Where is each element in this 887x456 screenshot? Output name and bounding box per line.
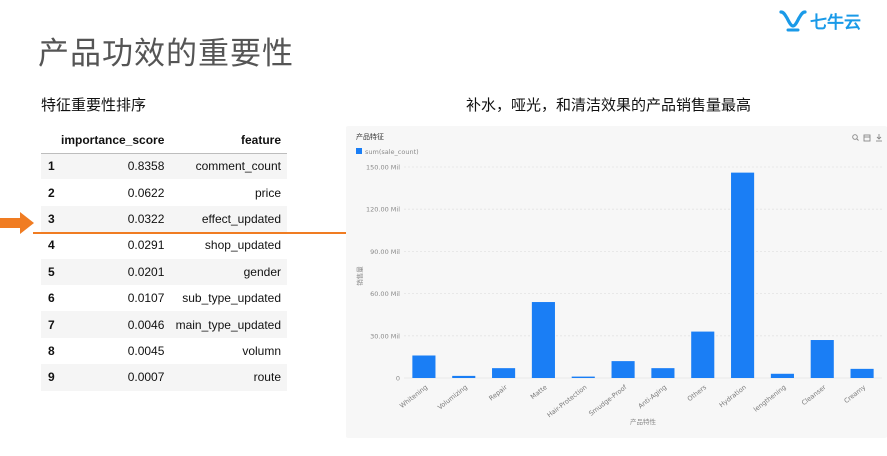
- bar: [731, 172, 755, 378]
- importance-score: 0.8358: [61, 153, 171, 180]
- highlight-arrow-icon: [0, 212, 34, 234]
- x-tick-label: Others: [686, 383, 709, 403]
- table-row: 4 0.0291 shop_updated: [41, 232, 287, 258]
- row-index: 6: [48, 291, 55, 306]
- bar: [611, 361, 635, 378]
- qiniu-logo-icon: [779, 9, 807, 31]
- y-axis-label: 销售量: [355, 266, 364, 286]
- row-index: 7: [41, 311, 61, 338]
- table-row: 6 0.0107 sub_type_updated: [41, 285, 287, 311]
- importance-score: 0.0045: [127, 343, 165, 358]
- slide: 七牛云 产品功效的重要性 特征重要性排序 补水，哑光，和清洁效果的产品销售量最高…: [0, 0, 887, 456]
- bar: [452, 375, 476, 378]
- table-row: 2 0.0622 price: [41, 179, 287, 205]
- chart-toolbar: [852, 134, 882, 142]
- bar: [412, 355, 436, 378]
- x-tick-label: Whitening: [398, 383, 429, 410]
- importance-score: 0.0322: [61, 205, 171, 233]
- y-tick-label: 120.00 Mil: [366, 206, 400, 214]
- table-row: 5 0.0201 gender: [41, 258, 287, 285]
- table-row: 9 0.0007 route: [41, 364, 287, 391]
- index-header: [41, 127, 61, 154]
- bar: [492, 368, 516, 378]
- x-tick-label: Matte: [529, 383, 549, 401]
- x-tick-label: Smudge-Proof: [587, 383, 629, 418]
- importance-score: 0.0291: [127, 238, 165, 253]
- logo-text: 七牛云: [810, 13, 861, 33]
- bar: [571, 376, 595, 378]
- x-axis-label: 产品特性: [630, 417, 657, 426]
- importance-score: 0.0007: [61, 364, 171, 391]
- importance-score: 0.0107: [127, 291, 165, 306]
- y-tick-label: 60.00 Mil: [370, 290, 400, 298]
- row-index: 9: [41, 364, 61, 391]
- feature-name: effect_updated: [170, 205, 287, 233]
- bar: [770, 373, 794, 378]
- feature-name: main_type_updated: [170, 311, 287, 338]
- search-icon[interactable]: [852, 134, 859, 141]
- row-index: 4: [48, 238, 55, 253]
- table-row: 7 0.0046 main_type_updated: [41, 311, 287, 338]
- bar: [651, 368, 675, 378]
- feature-name: volumn: [242, 343, 281, 358]
- sales-bar-chart: 产品特征 sum(sale_count) 0 30.00 Mil 60.00 Mil 9…: [355, 132, 882, 426]
- bar: [850, 368, 874, 378]
- x-tick-label: Volumizing: [436, 383, 469, 411]
- feature-name: route: [170, 364, 287, 391]
- bar: [691, 331, 715, 378]
- feature-header: feature: [170, 127, 287, 154]
- sales-chart-heading: 补水，哑光，和清洁效果的产品销售量最高: [466, 96, 752, 114]
- importance-score-header: importance_score: [61, 127, 171, 154]
- chart-title: 产品特征: [356, 132, 384, 141]
- legend-swatch: [356, 148, 362, 154]
- sales-bar-chart-panel: 产品特征 sum(sale_count) 0 30.00 Mil 60.00 Mil 9…: [346, 126, 887, 438]
- y-tick-label: 0: [396, 375, 400, 383]
- feature-name: gender: [170, 258, 287, 285]
- row-index: 8: [48, 343, 55, 358]
- x-tick-label: Anti-Aging: [637, 383, 669, 410]
- row-index: 3: [41, 205, 61, 233]
- feature-name: sub_type_updated: [182, 291, 281, 306]
- row-index: 2: [48, 185, 55, 200]
- bar: [810, 340, 834, 378]
- x-tick-label: Repair: [487, 383, 509, 402]
- x-tick-label: Creamy: [843, 383, 868, 405]
- table-header-row: importance_score feature: [41, 127, 287, 154]
- table-row: 1 0.8358 comment_count: [41, 153, 287, 180]
- importance-score: 0.0046: [61, 311, 171, 338]
- table-row: 8 0.0045 volumn: [41, 338, 287, 364]
- feature-name: shop_updated: [204, 238, 281, 253]
- x-tick-label: Cleanser: [800, 383, 828, 407]
- feature-name: comment_count: [170, 153, 287, 180]
- qiniu-logo: 七牛云: [779, 8, 861, 33]
- legend-label: sum(sale_count): [365, 148, 419, 156]
- feature-importance-heading: 特征重要性排序: [41, 96, 147, 114]
- download-icon[interactable]: [876, 134, 882, 142]
- x-tick-label: Hair-Protection: [546, 383, 589, 419]
- importance-score: 0.0201: [61, 258, 171, 285]
- importance-score: 0.0622: [127, 185, 165, 200]
- bar: [531, 302, 555, 378]
- highlight-line: [33, 232, 347, 234]
- y-tick-label: 30.00 Mil: [370, 332, 400, 340]
- calendar-icon[interactable]: [863, 134, 871, 142]
- row-index: 1: [41, 153, 61, 180]
- feature-importance-table: importance_score feature 1 0.8358 comment_…: [41, 127, 287, 391]
- feature-name: price: [254, 185, 281, 200]
- x-tick-label: lengthening: [752, 383, 788, 413]
- y-tick-label: 90.00 Mil: [370, 248, 400, 256]
- table-row: 3 0.0322 effect_updated: [41, 205, 287, 233]
- slide-title: 产品功效的重要性: [38, 36, 294, 72]
- y-tick-label: 150.00 Mil: [366, 164, 400, 172]
- row-index: 5: [41, 258, 61, 285]
- x-tick-label: Hydration: [718, 383, 748, 409]
